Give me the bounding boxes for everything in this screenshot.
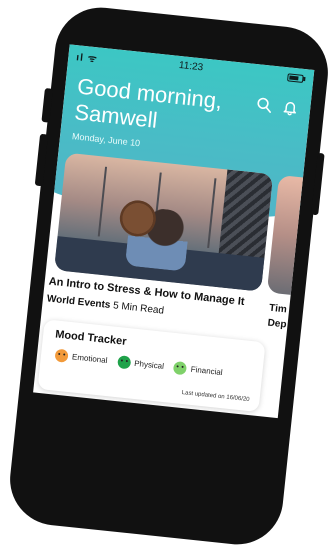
- mood-item-label: Financial: [190, 364, 224, 378]
- mood-items: Emotional Physical Financial: [54, 348, 223, 380]
- window-frame: [97, 166, 108, 237]
- mood-last-updated: Last updated on 16/06/20: [181, 389, 250, 404]
- mood-tracker-title: Mood Tracker: [54, 328, 128, 348]
- article-card-image[interactable]: [54, 152, 274, 292]
- next-article-title-line2: Dep: [267, 317, 287, 331]
- phone-screen: ıl ᯤ 11:23 Good morning, Samwell Monday,…: [33, 44, 315, 419]
- phone-frame: ıl ᯤ 11:23 Good morning, Samwell Monday,…: [5, 3, 331, 549]
- mood-tracker-card[interactable]: Mood Tracker Emotional Physical Financia…: [37, 319, 266, 413]
- search-icon[interactable]: [256, 96, 274, 114]
- window-frame: [207, 178, 217, 249]
- article-category: World Events: [46, 293, 111, 311]
- volume-down-button: [34, 133, 49, 187]
- emotional-face-icon: [54, 348, 69, 363]
- power-button: [311, 152, 325, 216]
- volume-up-button: [41, 88, 53, 123]
- article-duration: 5 Min Read: [112, 300, 165, 317]
- mood-item-label: Physical: [133, 358, 165, 371]
- mood-item-label: Emotional: [71, 352, 108, 365]
- mood-item-physical[interactable]: Physical: [116, 355, 165, 373]
- financial-face-icon: [173, 361, 188, 376]
- mood-item-emotional[interactable]: Emotional: [54, 348, 108, 367]
- next-article-title[interactable]: Tim Dep: [267, 301, 289, 333]
- physical-face-icon: [116, 355, 131, 370]
- battery-icon: [287, 73, 304, 83]
- mood-item-financial[interactable]: Financial: [173, 361, 223, 379]
- bell-icon[interactable]: [281, 99, 299, 117]
